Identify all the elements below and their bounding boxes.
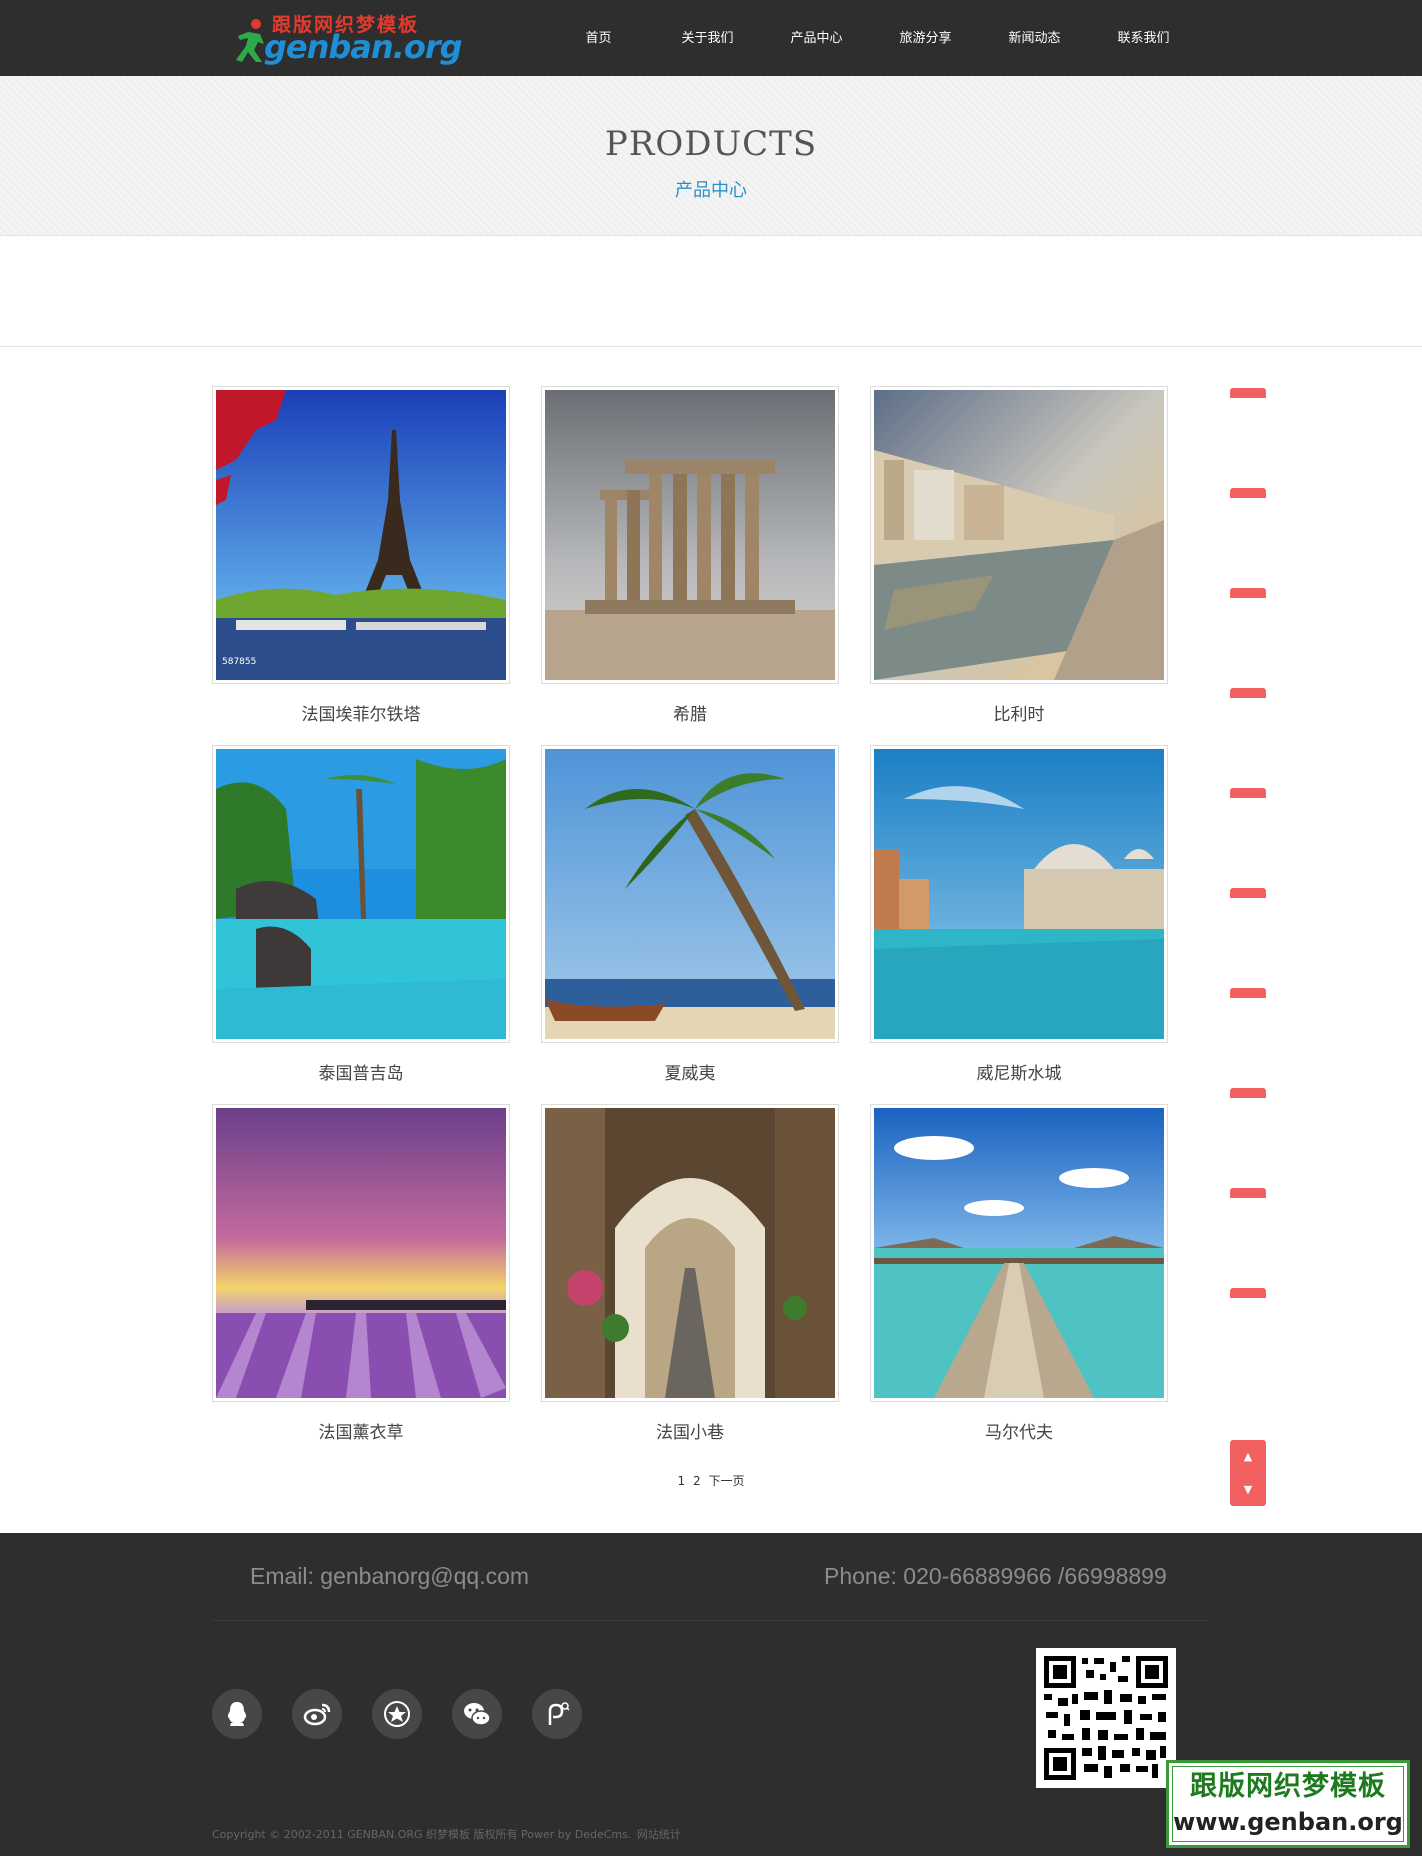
- product-card[interactable]: 威尼斯水城: [870, 745, 1168, 1084]
- nav-contact[interactable]: 联系我们: [1089, 0, 1198, 76]
- maldives-pier-photo: [874, 1108, 1164, 1398]
- page-subtitle: 产品中心: [675, 180, 747, 201]
- page-title: PRODUCTS: [604, 124, 818, 164]
- nav-about[interactable]: 关于我们: [653, 0, 762, 76]
- product-card[interactable]: 希腊: [541, 386, 839, 725]
- footer-email: Email: genbanorg@qq.com: [250, 1563, 530, 1589]
- section-divider: [0, 346, 1422, 347]
- stats-link[interactable]: 网站统计: [637, 1828, 681, 1841]
- page-link-1[interactable]: 1: [678, 1474, 686, 1488]
- side-tab[interactable]: [1230, 1088, 1266, 1098]
- product-title[interactable]: 法国埃菲尔铁塔: [212, 700, 510, 725]
- photo-watermark: 587855: [222, 657, 256, 667]
- side-tab[interactable]: [1230, 388, 1266, 398]
- product-image[interactable]: [541, 386, 839, 684]
- product-title[interactable]: 法国小巷: [541, 1418, 839, 1443]
- scroll-control: ▲ ▼: [1230, 1440, 1266, 1506]
- weibo-button[interactable]: [292, 1689, 342, 1739]
- wechat-icon: [464, 1703, 491, 1726]
- copyright-text: Copyright © 2002-2011 GENBAN.ORG 织梦模板 版权…: [212, 1826, 683, 1842]
- nav-products[interactable]: 产品中心: [762, 0, 871, 76]
- side-tab[interactable]: [1230, 1288, 1266, 1298]
- favorite-icon: [384, 1701, 410, 1727]
- lavender-field-photo: [216, 1108, 506, 1398]
- footer-divider: [212, 1620, 1210, 1621]
- site-logo[interactable]: 跟版网织梦模板 genban.org: [236, 8, 462, 70]
- watermark-url: www.genban.org: [1173, 1808, 1403, 1836]
- qq-icon: [227, 1702, 247, 1726]
- product-title[interactable]: 夏威夷: [541, 1059, 839, 1084]
- product-image[interactable]: [212, 745, 510, 1043]
- product-image[interactable]: 587855: [212, 386, 510, 684]
- eiffel-tower-photo: 587855: [216, 390, 506, 680]
- product-image[interactable]: [541, 745, 839, 1043]
- side-tab[interactable]: [1230, 888, 1266, 898]
- french-alley-photo: [545, 1108, 835, 1398]
- product-card[interactable]: 马尔代夫: [870, 1104, 1168, 1443]
- product-card[interactable]: 泰国普吉岛: [212, 745, 510, 1084]
- wechat-button[interactable]: [452, 1689, 502, 1739]
- phuket-pool-photo: [216, 749, 506, 1039]
- side-tab[interactable]: [1230, 988, 1266, 998]
- logo-wordmark: genban.org: [264, 28, 462, 66]
- page-link-2[interactable]: 2: [693, 1474, 701, 1488]
- qr-code: [1036, 1648, 1176, 1788]
- product-card[interactable]: 夏威夷: [541, 745, 839, 1084]
- side-tab[interactable]: [1230, 688, 1266, 698]
- watermark-cn: 跟版网织梦模板: [1190, 1771, 1386, 1802]
- search-feed-icon: [548, 1702, 570, 1725]
- product-title[interactable]: 法国薰衣草: [212, 1418, 510, 1443]
- nav-home[interactable]: 首页: [544, 0, 653, 76]
- product-title[interactable]: 比利时: [870, 700, 1168, 725]
- scroll-down-button[interactable]: ▼: [1230, 1473, 1266, 1506]
- product-title[interactable]: 希腊: [541, 700, 839, 725]
- pagination: 1 2 下一页: [0, 1472, 1422, 1489]
- greek-temple-photo: [545, 390, 835, 680]
- product-title[interactable]: 威尼斯水城: [870, 1059, 1168, 1084]
- belgium-canal-photo: [874, 390, 1164, 680]
- product-card[interactable]: 比利时: [870, 386, 1168, 725]
- product-image[interactable]: [212, 1104, 510, 1402]
- product-title[interactable]: 泰国普吉岛: [212, 1059, 510, 1084]
- qq-button[interactable]: [212, 1689, 262, 1739]
- site-watermark: 跟版网织梦模板 www.genban.org: [1166, 1760, 1410, 1848]
- product-image[interactable]: [541, 1104, 839, 1402]
- product-card[interactable]: 587855 法国埃菲尔铁塔: [212, 386, 510, 725]
- side-tab[interactable]: [1230, 788, 1266, 798]
- side-tab[interactable]: [1230, 488, 1266, 498]
- next-page-link[interactable]: 下一页: [708, 1474, 744, 1488]
- nav-news[interactable]: 新闻动态: [980, 0, 1089, 76]
- search-feed-button[interactable]: [532, 1689, 582, 1739]
- weibo-icon: [303, 1703, 331, 1726]
- qr-code-icon: [1042, 1654, 1170, 1782]
- favorite-button[interactable]: [372, 1689, 422, 1739]
- nav-travel[interactable]: 旅游分享: [871, 0, 980, 76]
- product-card[interactable]: 法国小巷: [541, 1104, 839, 1443]
- product-title[interactable]: 马尔代夫: [870, 1418, 1168, 1443]
- site-header: 跟版网织梦模板 genban.org 首页 关于我们 产品中心 旅游分享 新闻动…: [0, 0, 1422, 76]
- hawaii-palm-photo: [545, 749, 835, 1039]
- main-nav: 首页 关于我们 产品中心 旅游分享 新闻动态 联系我们: [544, 0, 1198, 76]
- side-tab[interactable]: [1230, 1188, 1266, 1198]
- side-tab[interactable]: [1230, 588, 1266, 598]
- product-image[interactable]: [870, 386, 1168, 684]
- copyright-notice: Copyright © 2002-2011 GENBAN.ORG 织梦模板 版权…: [212, 1828, 632, 1841]
- watermark-frame: 跟版网织梦模板 www.genban.org: [1172, 1766, 1404, 1842]
- scroll-up-button[interactable]: ▲: [1230, 1440, 1266, 1473]
- product-card[interactable]: 法国薰衣草: [212, 1104, 510, 1443]
- footer-phone: Phone: 020-66889966 /66998899: [824, 1563, 1167, 1589]
- page-banner: PRODUCTS 产品中心: [0, 76, 1422, 236]
- venice-photo: [874, 749, 1164, 1039]
- product-image[interactable]: [870, 745, 1168, 1043]
- product-image[interactable]: [870, 1104, 1168, 1402]
